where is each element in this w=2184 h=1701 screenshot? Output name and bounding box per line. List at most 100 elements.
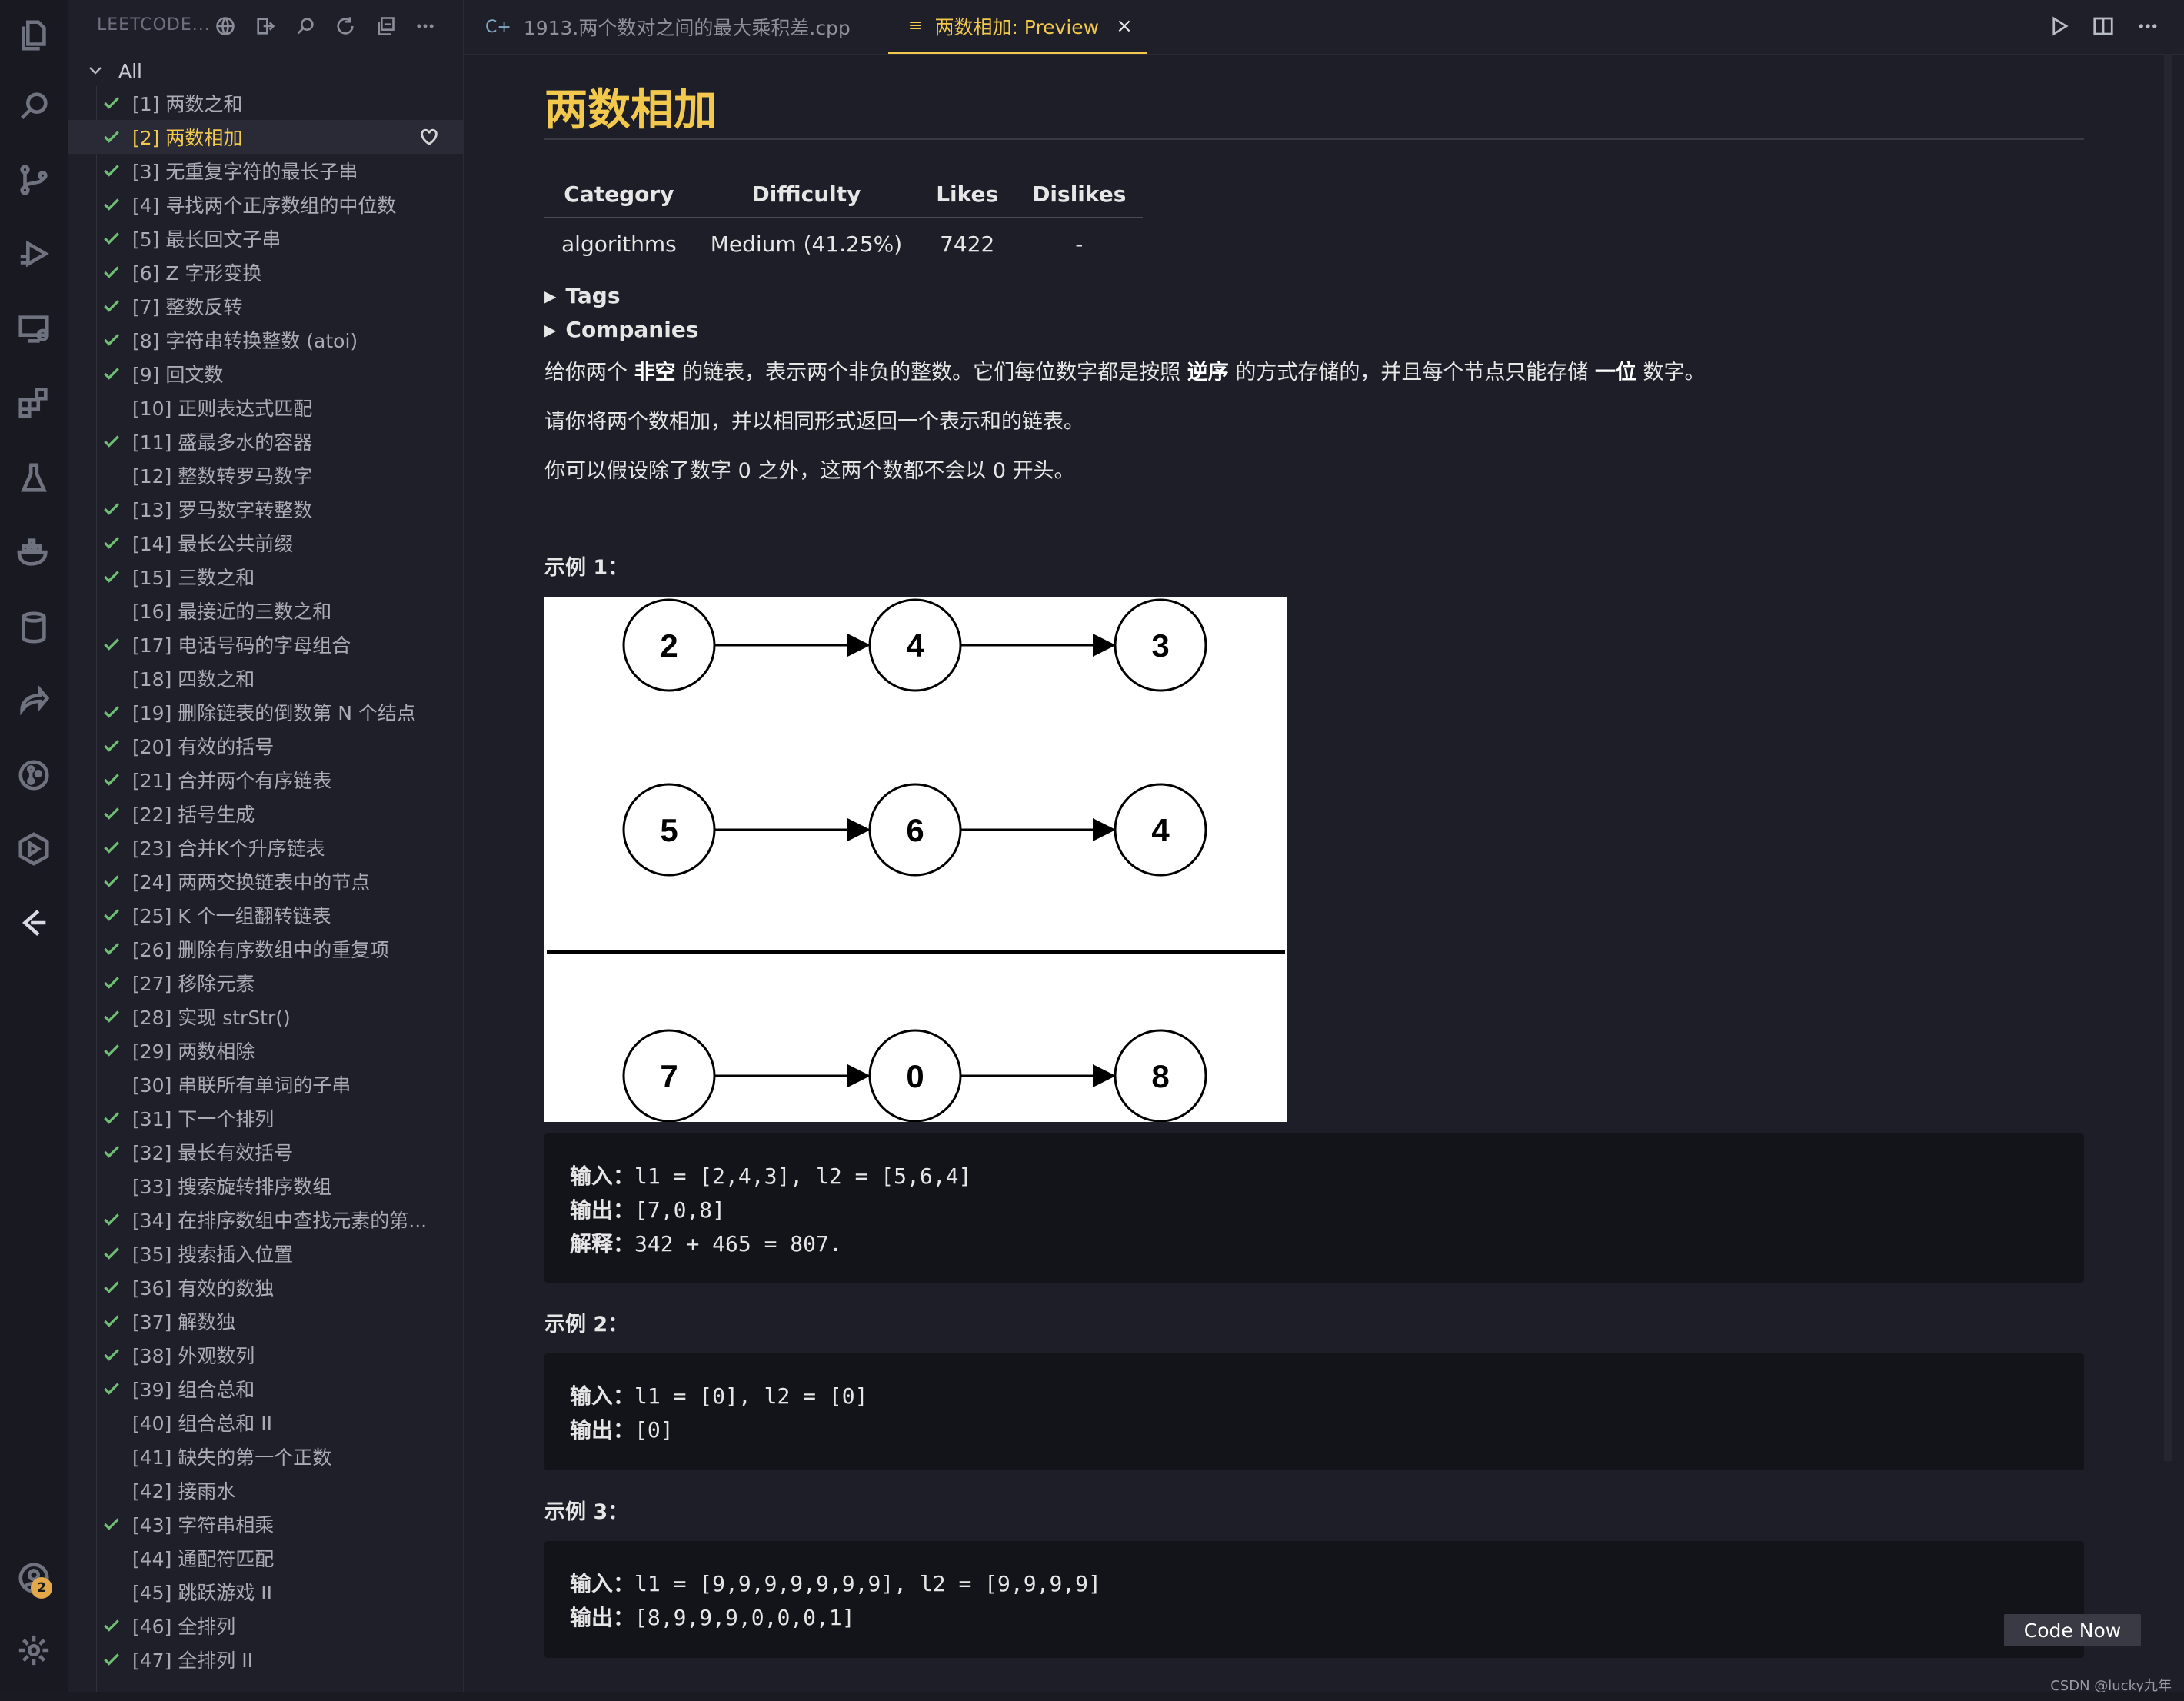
tab-preview[interactable]: ≡ 两数相加: Preview × bbox=[888, 0, 1147, 54]
problem-list-item[interactable]: [21] 合并两个有序链表 bbox=[68, 763, 463, 797]
problem-list-item[interactable]: [20] 有效的括号 bbox=[68, 729, 463, 763]
refresh-icon[interactable] bbox=[334, 12, 357, 40]
tree-root-label: All bbox=[118, 59, 142, 82]
problem-list-item[interactable]: [13] 罗马数字转整数 bbox=[68, 492, 463, 526]
tab-cpp-file[interactable]: C+ 1913.两个数对之间的最大乘积差.cpp bbox=[485, 0, 851, 54]
problem-list-item[interactable]: [33] 搜索旋转排序数组 bbox=[68, 1169, 463, 1203]
problem-list-item[interactable]: [8] 字符串转换整数 (atoi) bbox=[68, 323, 463, 357]
problem-list-item[interactable]: [28] 实现 strStr() bbox=[68, 1000, 463, 1034]
problem-list-item[interactable]: [40] 组合总和 II bbox=[68, 1406, 463, 1440]
editor-actions bbox=[2046, 12, 2161, 40]
problem-list-item[interactable]: [36] 有效的数独 bbox=[68, 1270, 463, 1304]
close-icon[interactable]: × bbox=[1116, 15, 1133, 38]
more-actions-icon[interactable] bbox=[414, 12, 437, 40]
problem-list-item[interactable]: [22] 括号生成 bbox=[68, 797, 463, 831]
problem-list-item[interactable]: [35] 搜索插入位置 bbox=[68, 1237, 463, 1270]
problem-label: [26] 删除有序数组中的重复项 bbox=[132, 939, 390, 961]
remote-explorer-icon[interactable] bbox=[11, 306, 57, 352]
problem-list-item[interactable]: [18] 四数之和 bbox=[68, 661, 463, 695]
problem-list-item[interactable]: [38] 外观数列 bbox=[68, 1338, 463, 1372]
problem-list-item[interactable]: [47] 全排列 II bbox=[68, 1643, 463, 1676]
problem-list-item[interactable]: [32] 最长有效括号 bbox=[68, 1135, 463, 1169]
run-debug-icon[interactable] bbox=[11, 231, 57, 277]
code-line: 输入：l1 = [2,4,3], l2 = [5,6,4] bbox=[570, 1163, 972, 1189]
check-icon bbox=[100, 870, 123, 893]
problem-label: [37] 解数独 bbox=[132, 1311, 236, 1333]
problem-list-item[interactable]: [7] 整数反转 bbox=[68, 289, 463, 323]
problem-list-item[interactable]: [46] 全排列 bbox=[68, 1609, 463, 1643]
codesandbox-icon[interactable] bbox=[11, 826, 57, 872]
search-icon[interactable] bbox=[11, 83, 57, 129]
problem-list-item[interactable]: [45] 跳跃游戏 II bbox=[68, 1575, 463, 1609]
docker-icon[interactable] bbox=[11, 529, 57, 575]
tree-root-all[interactable]: All bbox=[86, 55, 142, 86]
problem-list-item[interactable]: [11] 盛最多水的容器 bbox=[68, 424, 463, 458]
settings-gear-icon[interactable] bbox=[11, 1627, 57, 1673]
tab-label: 1913.两个数对之间的最大乘积差.cpp bbox=[523, 17, 851, 39]
problem-label: [40] 组合总和 II bbox=[132, 1413, 272, 1435]
diagram-node-value: 7 bbox=[660, 1058, 678, 1094]
run-icon[interactable] bbox=[2046, 12, 2072, 40]
sign-in-icon[interactable] bbox=[254, 12, 277, 40]
problem-list-item[interactable]: [25] K 个一组翻转链表 bbox=[68, 898, 463, 932]
problem-label: [14] 最长公共前缀 bbox=[132, 533, 294, 555]
problem-list-item[interactable]: [10] 正则表达式匹配 bbox=[68, 391, 463, 424]
tags-toggle[interactable]: ▶ Tags bbox=[544, 283, 620, 308]
problem-list-item[interactable]: [27] 移除元素 bbox=[68, 966, 463, 1000]
code-line: 输入：l1 = [0], l2 = [0] bbox=[570, 1383, 868, 1409]
problem-list-item[interactable]: [43] 字符串相乘 bbox=[68, 1507, 463, 1541]
problem-list-item[interactable]: [16] 最接近的三数之和 bbox=[68, 594, 463, 627]
problem-list-item[interactable]: [5] 最长回文子串 bbox=[68, 221, 463, 255]
search-problem-icon[interactable] bbox=[294, 12, 317, 40]
problem-list-item[interactable]: [12] 整数转罗马数字 bbox=[68, 458, 463, 492]
problem-list-item[interactable]: [6] Z 字形变换 bbox=[68, 255, 463, 289]
problem-label: [5] 最长回文子串 bbox=[132, 228, 281, 251]
problem-list-item[interactable]: [14] 最长公共前缀 bbox=[68, 526, 463, 560]
split-editor-icon[interactable] bbox=[2090, 12, 2116, 40]
more-actions-icon[interactable] bbox=[2135, 12, 2161, 40]
leetcode-icon[interactable] bbox=[11, 900, 57, 946]
problem-list-item[interactable]: [31] 下一个排列 bbox=[68, 1101, 463, 1135]
heart-icon[interactable] bbox=[418, 126, 440, 148]
code-line: 输出：[0] bbox=[570, 1417, 674, 1443]
problem-list-item[interactable]: [1] 两数之和 bbox=[68, 86, 463, 120]
problem-label: [29] 两数相除 bbox=[132, 1040, 255, 1063]
explorer-icon[interactable] bbox=[11, 12, 57, 58]
problem-list-item[interactable]: [34] 在排序数组中查找元素的第... bbox=[68, 1203, 463, 1237]
diagram-node-value: 0 bbox=[906, 1058, 924, 1094]
code-line: 解释：342 + 465 = 807. bbox=[570, 1231, 842, 1257]
problem-list-item[interactable]: [17] 电话号码的字母组合 bbox=[68, 627, 463, 661]
problem-list-item[interactable]: [3] 无重复字符的最长子串 bbox=[68, 154, 463, 188]
problem-label: [39] 组合总和 bbox=[132, 1379, 255, 1401]
check-icon bbox=[100, 633, 123, 656]
problem-list-item[interactable]: [4] 寻找两个正序数组的中位数 bbox=[68, 188, 463, 221]
problem-list-item[interactable]: [24] 两两交换链表中的节点 bbox=[68, 864, 463, 898]
companies-toggle[interactable]: ▶ Companies bbox=[544, 317, 698, 342]
problem-list-item[interactable]: [44] 通配符匹配 bbox=[68, 1541, 463, 1575]
problem-list-item[interactable]: [41] 缺失的第一个正数 bbox=[68, 1440, 463, 1473]
problem-list-item[interactable]: [39] 组合总和 bbox=[68, 1372, 463, 1406]
problem-list-item[interactable]: [37] 解数独 bbox=[68, 1304, 463, 1338]
git-graph-icon[interactable] bbox=[11, 752, 57, 798]
extensions-icon[interactable] bbox=[11, 380, 57, 426]
source-control-icon[interactable] bbox=[11, 157, 57, 203]
problem-list-item[interactable]: [42] 接雨水 bbox=[68, 1473, 463, 1507]
live-share-icon[interactable] bbox=[11, 678, 57, 724]
problem-list-item[interactable]: [15] 三数之和 bbox=[68, 560, 463, 594]
testing-icon[interactable] bbox=[11, 455, 57, 501]
desc-bold: 一位 bbox=[1594, 361, 1636, 384]
problem-list-item[interactable]: [29] 两数相除 bbox=[68, 1034, 463, 1067]
problem-list-item[interactable]: [23] 合并K个升序链表 bbox=[68, 831, 463, 864]
preview-scrollbar[interactable] bbox=[2164, 54, 2172, 1461]
problem-list-item[interactable]: [2] 两数相加 bbox=[68, 120, 463, 154]
globe-icon[interactable] bbox=[214, 12, 237, 40]
collapse-all-icon[interactable] bbox=[374, 12, 397, 40]
tab-label: 两数相加: Preview bbox=[934, 15, 1100, 38]
problem-list-item[interactable]: [19] 删除链表的倒数第 N 个结点 bbox=[68, 695, 463, 729]
problem-label: [4] 寻找两个正序数组的中位数 bbox=[132, 195, 397, 217]
problem-list-item[interactable]: [26] 删除有序数组中的重复项 bbox=[68, 932, 463, 966]
problem-list-item[interactable]: [30] 串联所有单词的子串 bbox=[68, 1067, 463, 1101]
code-now-button[interactable]: Code Now bbox=[2004, 1614, 2141, 1646]
problem-list-item[interactable]: [9] 回文数 bbox=[68, 357, 463, 391]
database-icon[interactable] bbox=[11, 604, 57, 651]
